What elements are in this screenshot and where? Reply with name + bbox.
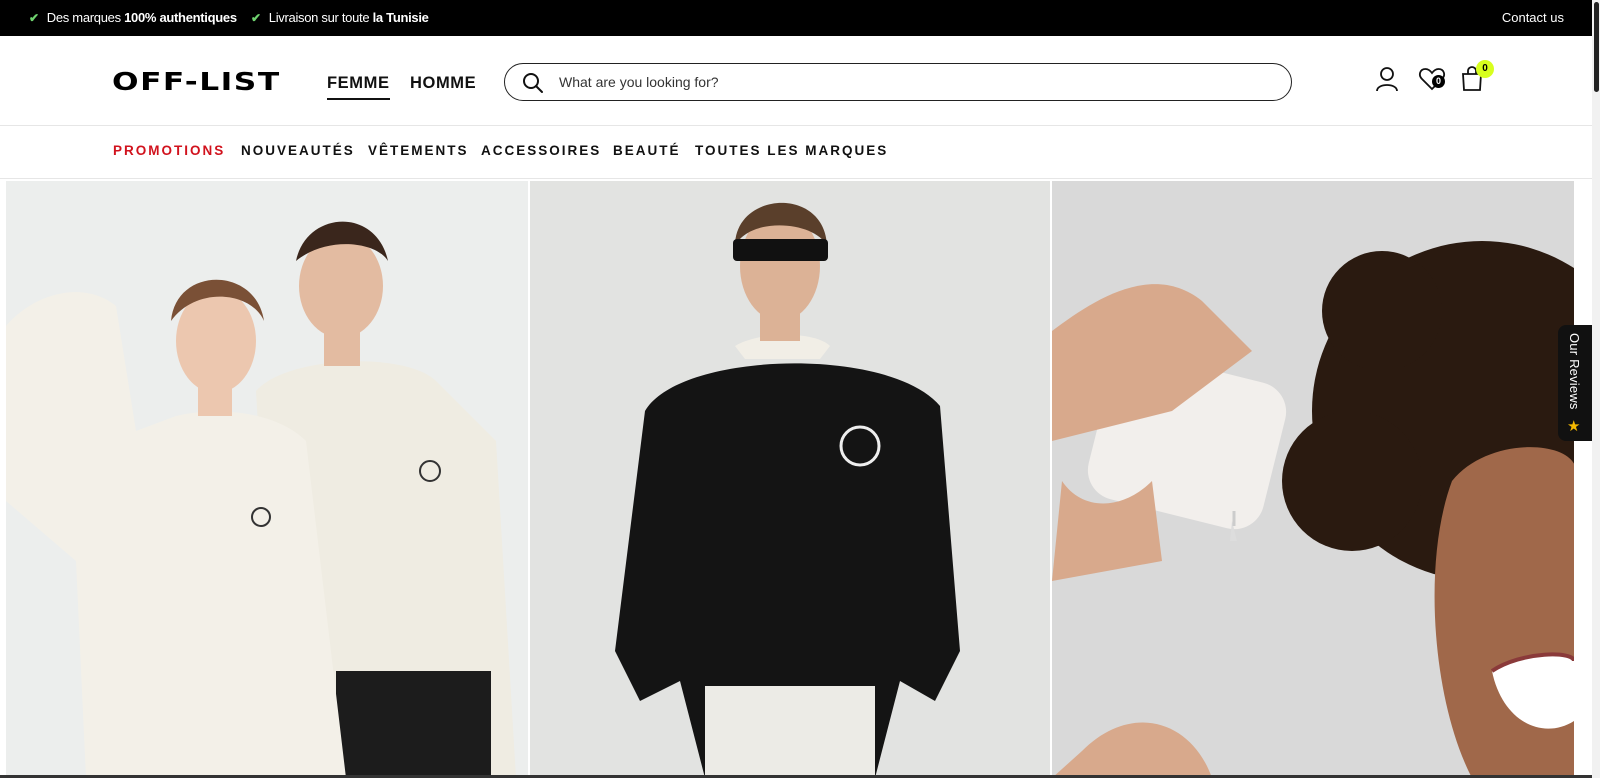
nav-item-toutes-les-marques[interactable]: TOUTES LES MARQUES — [695, 143, 888, 158]
announcement-authentic: ✔ Des marques 100% authentiques — [29, 10, 237, 25]
tab-femme[interactable]: FEMME — [327, 74, 390, 100]
star-icon: ★ — [1567, 418, 1581, 435]
site-logo[interactable]: OFF-LIST — [112, 67, 281, 96]
cart-count-badge: 0 — [1476, 60, 1494, 78]
tab-homme[interactable]: HOMME — [410, 74, 476, 93]
beauty-product-curly-hair-image — [1052, 181, 1574, 778]
nav-item-vetements[interactable]: VÊTEMENTS — [368, 143, 469, 158]
announcement-authentic-prefix: Des marques — [46, 10, 121, 25]
check-icon: ✔ — [29, 10, 39, 25]
wishlist-count-badge: 0 — [1432, 75, 1445, 88]
announcement-delivery-prefix: Livraison sur toute — [268, 10, 370, 25]
main-nav: PROMOTIONS NOUVEAUTÉS VÊTEMENTS ACCESSOI… — [0, 127, 1592, 179]
page-scrollbar[interactable] — [1592, 0, 1600, 778]
wishlist-icon[interactable]: 0 — [1418, 66, 1446, 94]
scrollbar-thumb[interactable] — [1594, 2, 1599, 92]
contact-us-link[interactable]: Contact us — [1502, 10, 1564, 25]
announcement-delivery-bold: la Tunisie — [372, 10, 429, 25]
hero-panel-beauty[interactable] — [1052, 181, 1574, 778]
reviews-tab-label: Our Reviews — [1567, 333, 1582, 410]
nav-item-promotions[interactable]: PROMOTIONS — [113, 143, 225, 158]
nav-item-nouveautes[interactable]: NOUVEAUTÉS — [241, 143, 355, 158]
site-header: OFF-LIST FEMME HOMME 0 0 — [0, 36, 1592, 126]
announcement-delivery: ✔ Livraison sur toute la Tunisie — [251, 10, 429, 25]
hero-banner — [6, 181, 1574, 778]
search-input[interactable] — [559, 72, 1259, 92]
knit-sweaters-couple-image — [6, 181, 528, 778]
search-bar[interactable] — [504, 63, 1292, 101]
cart-icon[interactable]: 0 — [1460, 60, 1494, 94]
black-sweatshirt-model-image — [530, 181, 1050, 778]
announcement-authentic-bold: 100% authentiques — [124, 10, 237, 25]
hero-panel-sweaters[interactable] — [6, 181, 528, 778]
search-icon[interactable] — [521, 71, 545, 100]
nav-item-accessoires[interactable]: ACCESSOIRES — [481, 143, 601, 158]
announcement-bar: ✔ Des marques 100% authentiques ✔ Livrai… — [0, 0, 1600, 36]
check-icon: ✔ — [251, 10, 261, 25]
account-icon[interactable] — [1375, 66, 1403, 94]
nav-item-beaute[interactable]: BEAUTÉ — [613, 143, 681, 158]
reviews-tab[interactable]: Our Reviews ★ — [1558, 325, 1592, 441]
hero-panel-sweatshirt[interactable] — [530, 181, 1050, 778]
